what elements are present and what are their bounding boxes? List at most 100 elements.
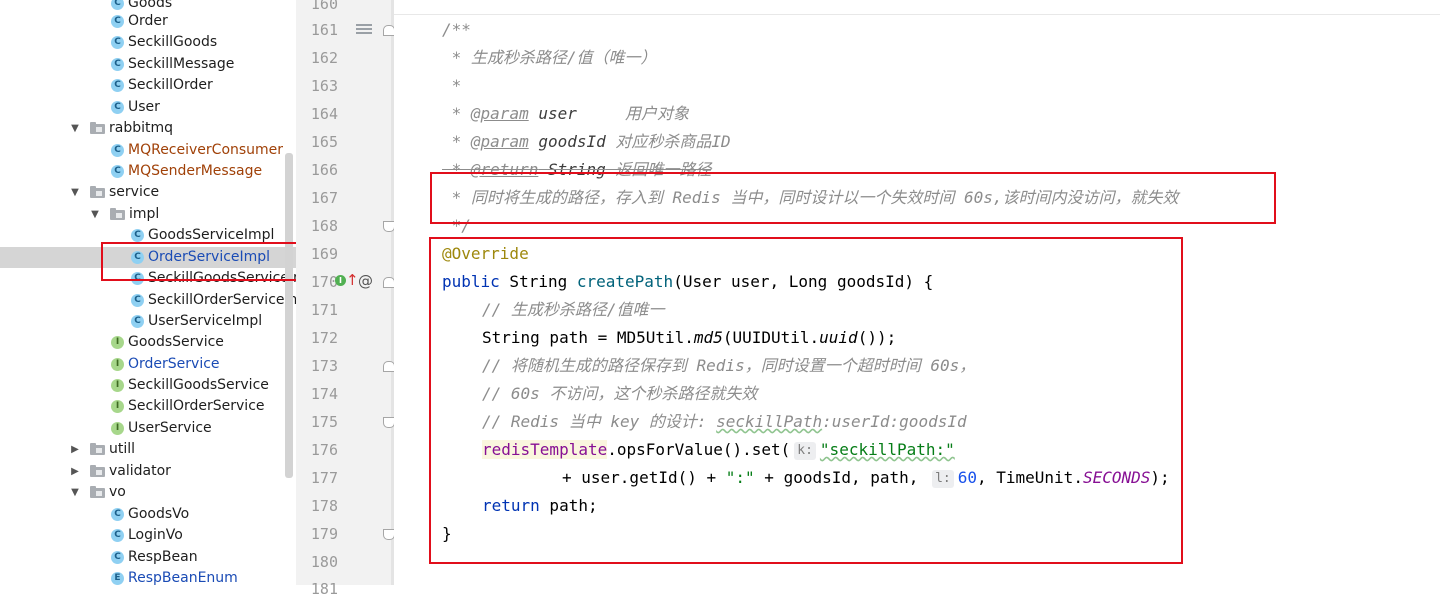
code-line-167[interactable]: * 同时将生成的路径，存入到 Redis 当中，同时设计以一个失效时间 60s,… [442, 184, 1179, 212]
chevron-down-icon[interactable]: ▼ [69, 482, 81, 503]
tree-item-label: GoodsService [128, 334, 224, 350]
line-number: 177 [310, 469, 338, 487]
doc-comment-star: * [442, 104, 471, 123]
code-line-163[interactable]: * [442, 72, 462, 100]
gutter-line: 179 [296, 520, 395, 548]
gutter-line: 163 [296, 72, 394, 100]
code-line-171[interactable]: // 生成秒杀路径/值唯一 [482, 296, 665, 324]
method-name: createPath [576, 272, 674, 291]
gutter-line: 174 [296, 380, 394, 408]
tree-item-seckillgoodsservice[interactable]: I SeckillGoodsService [0, 375, 296, 396]
chevron-down-icon[interactable]: ▼ [69, 182, 81, 203]
tree-item-user[interactable]: C User [0, 97, 296, 118]
tree-item-seckillgoods[interactable]: C SeckillGoods [0, 32, 296, 53]
tree-item-label: RespBean [128, 549, 198, 565]
tree-folder-rabbitmq[interactable]: ▼ rabbitmq [0, 118, 296, 139]
tree-item-mqreceiverconsumer[interactable]: C MQReceiverConsumer [0, 140, 296, 161]
line-number: 163 [310, 77, 338, 95]
code-line-175[interactable]: // Redis 当中 key 的设计: seckillPath:userId:… [482, 408, 967, 436]
tree-item-seckillmessage[interactable]: C SeckillMessage [0, 54, 296, 75]
tree-item-label: MQReceiverConsumer [128, 142, 284, 158]
return-type: String [499, 272, 577, 291]
tree-item-label: OrderService [128, 356, 220, 372]
code-text: + goodsId, path, [754, 468, 929, 487]
arrow-up-icon[interactable]: ↑ [346, 270, 359, 290]
code-line-164[interactable]: * @param user 用户对象 [442, 100, 689, 128]
line-number: 171 [310, 301, 338, 319]
tree-item-goodsvo[interactable]: C GoodsVo [0, 504, 296, 525]
implements-method-icon[interactable]: I [335, 275, 346, 286]
tree-item-label: vo [109, 484, 126, 500]
tree-folder-service[interactable]: ▼ service [0, 182, 296, 203]
code-line-179[interactable]: } [442, 520, 452, 548]
tree-folder-validator[interactable]: ▶ validator [0, 461, 296, 482]
line-number: 161 [310, 21, 338, 39]
render-doc-icon[interactable] [356, 24, 372, 36]
code-text: ); [1150, 468, 1170, 487]
tree-item-loginvo[interactable]: C LoginVo [0, 525, 296, 546]
tree-scrollbar[interactable] [285, 153, 293, 478]
chevron-right-icon[interactable]: ▶ [69, 461, 81, 482]
code-text: String path = MD5Util. [482, 328, 694, 347]
code-line-172[interactable]: String path = MD5Util.md5(UUIDUtil.uuid(… [482, 324, 896, 352]
annotation-icon[interactable]: @ [358, 268, 373, 294]
parameter-hint: l: [932, 470, 954, 488]
code-line-169[interactable]: @Override [442, 240, 529, 268]
tree-folder-vo[interactable]: ▼ vo [0, 482, 296, 503]
tree-item-respbean[interactable]: C RespBean [0, 547, 296, 568]
tree-item-userserviceimpl[interactable]: C UserServiceImpl [0, 311, 296, 332]
chevron-down-icon[interactable]: ▼ [69, 118, 81, 139]
tree-item-goodsservice[interactable]: I GoodsService [0, 332, 296, 353]
tree-folder-impl[interactable]: ▼ impl [0, 204, 296, 225]
code-line-166[interactable]: * @return String 返回唯一路径 [442, 156, 712, 184]
enum-icon: E [111, 572, 124, 585]
gutter-line: 165 [296, 128, 394, 156]
doc-comment-end: */ [442, 216, 471, 235]
tree-item-order[interactable]: C Order [0, 11, 296, 32]
static-method: md5 [693, 328, 723, 347]
tree-item-seckillorderserviceimpl[interactable]: C SeckillOrderServiceImpl [0, 290, 296, 311]
gutter-line: 181 [296, 575, 394, 603]
tree-item-userservice[interactable]: I UserService [0, 418, 296, 439]
doc-comment-star: * [442, 132, 471, 151]
tree-item-seckillgoodsserviceimpl[interactable]: C SeckillGoodsServiceImp [0, 268, 296, 289]
folder-icon [110, 208, 125, 220]
code-line-176[interactable]: redisTemplate.opsForValue().set(k: "secki… [482, 436, 955, 464]
chevron-right-icon[interactable]: ▶ [69, 439, 81, 460]
tree-item-seckillorderservice[interactable]: I SeckillOrderService [0, 396, 296, 417]
tree-item-label: validator [109, 463, 171, 479]
gutter-line: 161 [296, 16, 395, 44]
tree-item-respbeanenum[interactable]: E RespBeanEnum [0, 568, 296, 585]
code-line-168[interactable]: */ [442, 212, 471, 240]
code-line-170[interactable]: public String createPath(User user, Long… [442, 268, 933, 296]
class-icon: C [131, 251, 144, 264]
tree-item-orderserviceimpl[interactable]: C OrderServiceImpl [0, 247, 296, 268]
code-line-161[interactable]: /** [442, 16, 471, 44]
code-line-177[interactable]: + user.getId() + ":" + goodsId, path, l:… [562, 464, 1170, 492]
code-line-174[interactable]: // 60s 不访问，这个秒杀路径就失效 [482, 380, 757, 408]
tree-item-seckillorder[interactable]: C SeckillOrder [0, 75, 296, 96]
tree-item-orderservice[interactable]: I OrderService [0, 354, 296, 375]
tree-item-goodsserviceimpl[interactable]: C GoodsServiceImpl [0, 225, 296, 246]
code-line-173[interactable]: // 将随机生成的路径保存到 Redis，同时设置一个超时时间 60s， [482, 352, 975, 380]
line-comment: // 生成秒杀路径/值唯一 [482, 300, 665, 319]
line-comment: // 将随机生成的路径保存到 Redis，同时设置一个超时时间 60s， [482, 356, 976, 375]
line-number: 166 [310, 161, 338, 179]
class-icon: C [111, 165, 124, 178]
code-text: (UUIDUtil. [722, 328, 820, 347]
line-number: 165 [310, 133, 338, 151]
tree-item-mqsendermessage[interactable]: C MQSenderMessage [0, 161, 296, 182]
tree-folder-utill[interactable]: ▶ utill [0, 439, 296, 460]
class-icon: C [111, 508, 124, 521]
code-line-165[interactable]: * @param goodsId 对应秒杀商品ID [442, 128, 731, 156]
doc-param-desc: 用户对象 [576, 104, 690, 123]
code-text: .opsForValue().set( [607, 440, 791, 459]
tree-item-label: MQSenderMessage [128, 163, 263, 179]
code-line-178[interactable]: return path; [482, 492, 598, 520]
string-literal: "seckillPath:" [819, 440, 955, 459]
tree-item-label: OrderServiceImpl [148, 249, 271, 265]
code-line-162[interactable]: * 生成秒杀路径/值（唯一） [442, 44, 657, 72]
chevron-down-icon[interactable]: ▼ [89, 204, 101, 225]
keyword: return [482, 496, 540, 515]
project-tree[interactable]: C Goods C Order C SeckillGoods C Seckill… [0, 0, 296, 585]
